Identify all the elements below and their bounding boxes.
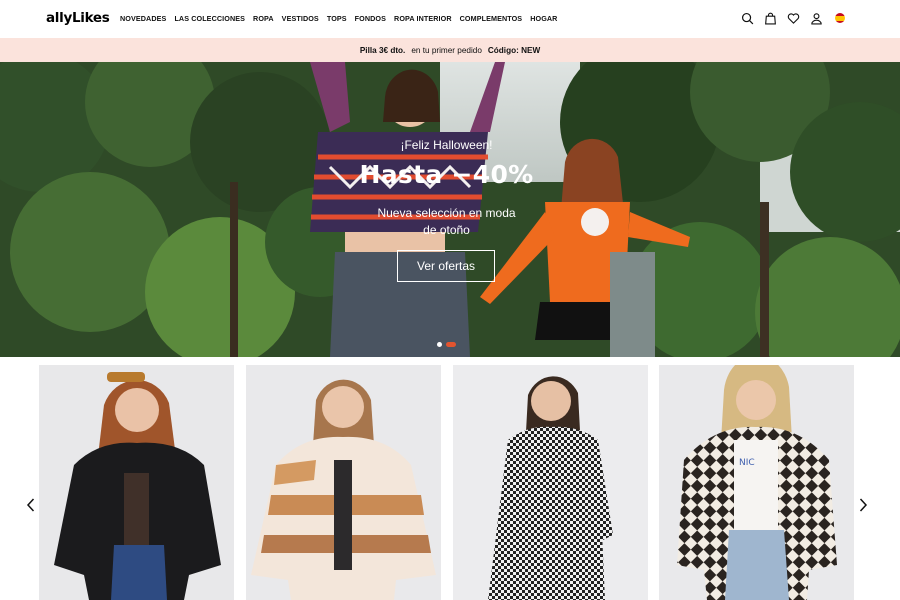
nav-item-hogar[interactable]: HOGAR: [530, 14, 557, 23]
nav-item-ropa[interactable]: ROPA: [253, 14, 274, 23]
slide-dot-1[interactable]: [437, 342, 442, 347]
product-card[interactable]: [453, 365, 648, 600]
product-image-checkered-jacket: NIC: [659, 365, 854, 600]
logo[interactable]: allyLikes: [46, 10, 110, 26]
product-card[interactable]: NIC: [659, 365, 854, 600]
nav-item-tops[interactable]: TOPS: [327, 14, 347, 23]
product-carousel: NIC: [0, 357, 900, 600]
nav-item-novedades[interactable]: NOVEDADES: [120, 14, 166, 23]
hero-banner[interactable]: ¡Feliz Halloween! Hasta −40% Nueva selec…: [0, 62, 900, 357]
nav-item-vestidos[interactable]: VESTIDOS: [282, 14, 319, 23]
heart-icon[interactable]: [787, 11, 800, 25]
hero-subtitle: Nueva selección en moda de otoño: [377, 206, 516, 237]
promo-offer: Pilla 3€ dto.: [359, 45, 406, 55]
search-icon[interactable]: [741, 11, 754, 25]
nav-item-ropa-interior[interactable]: ROPA INTERIOR: [394, 14, 452, 23]
hero-title: Hasta −40%: [359, 160, 534, 189]
promo-text: en tu primer pedido: [411, 45, 482, 55]
header-icons: [741, 11, 846, 25]
svg-text:NIC: NIC: [739, 458, 755, 468]
ver-ofertas-button[interactable]: Ver ofertas: [397, 250, 495, 282]
promo-bar[interactable]: Pilla 3€ dto. en tu primer pedido Código…: [0, 38, 900, 62]
spain-flag-icon[interactable]: [833, 11, 846, 25]
nav-item-colecciones[interactable]: LAS COLECCIONES: [174, 14, 245, 23]
carousel-next-arrow[interactable]: [856, 497, 870, 513]
user-icon[interactable]: [810, 11, 823, 25]
bag-icon[interactable]: [764, 11, 777, 25]
product-image-leather-jacket: [39, 365, 234, 600]
product-card[interactable]: [39, 365, 234, 600]
carousel-prev-arrow[interactable]: [24, 497, 38, 513]
slide-dot-2[interactable]: [446, 342, 456, 347]
main-nav: NOVEDADES LAS COLECCIONES ROPA VESTIDOS …: [120, 14, 557, 23]
promo-code: Código: NEW: [487, 45, 541, 55]
hero-overlay: ¡Feliz Halloween! Hasta −40% Nueva selec…: [0, 62, 900, 357]
nav-item-fondos[interactable]: FONDOS: [355, 14, 386, 23]
nav-item-complementos[interactable]: COMPLEMENTOS: [460, 14, 523, 23]
product-image-teddy-jacket: [246, 365, 441, 600]
product-image-houndstooth-coat: [453, 365, 648, 600]
product-card[interactable]: [246, 365, 441, 600]
site-header: allyLikes NOVEDADES LAS COLECCIONES ROPA…: [0, 0, 900, 38]
slider-dots: [437, 342, 456, 347]
hero-eyebrow: ¡Feliz Halloween!: [400, 138, 493, 152]
